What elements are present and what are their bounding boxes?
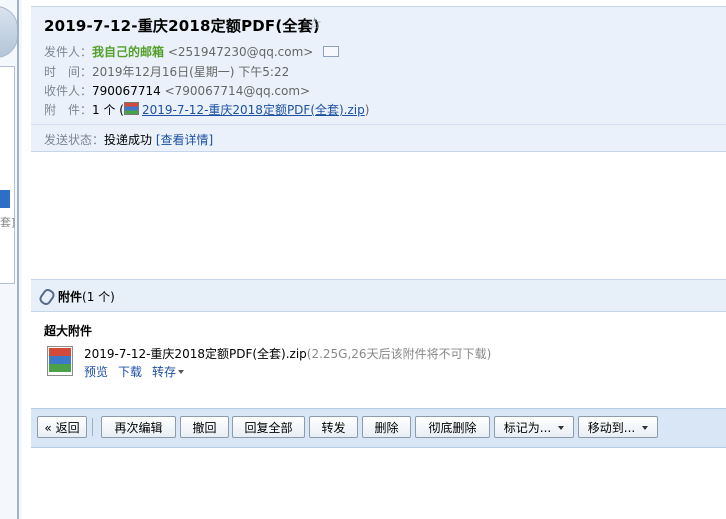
recipient-label: 收件人： (44, 84, 93, 98)
recipient-name[interactable]: 790067714 (92, 84, 161, 98)
reply-all-button[interactable]: 回复全部 (232, 416, 305, 438)
back-button[interactable]: « 返回 (37, 416, 87, 438)
forward-button[interactable]: 转发 (309, 416, 358, 438)
time-row: 时 间：2019年12月16日(星期一) 下午5:22 (44, 63, 289, 80)
attachment-link[interactable]: 2019-7-12-重庆2018定额PDF(全套).zip (142, 103, 365, 117)
reedit-button[interactable]: 再次编辑 (101, 416, 176, 438)
recipient-address: <790067714@qq.com> (164, 84, 311, 98)
move-to-label: 移动到... (587, 421, 636, 435)
attachment-label: 附 件： (44, 103, 93, 117)
delete-permanently-button[interactable]: 彻底删除 (415, 416, 490, 438)
time-label: 时 间： (44, 65, 93, 79)
contact-card-icon[interactable] (323, 46, 340, 57)
header-divider (31, 151, 726, 152)
chevron-down-icon (642, 426, 649, 430)
delete-button[interactable]: 删除 (362, 416, 411, 438)
time-value: 2019年12月16日(星期一) 下午5:22 (92, 65, 290, 79)
sender-row: 发件人：我自己的邮箱 <251947230@qq.com> (44, 43, 340, 60)
send-status-label: 发送状态： (44, 133, 105, 147)
send-status-value: 投递成功 (104, 133, 153, 147)
save-to-label: 转存 (152, 365, 177, 379)
move-to-dropdown[interactable]: 移动到... (578, 416, 658, 438)
send-status: 发送状态：投递成功 [查看详情] (44, 131, 213, 148)
attachment-count: 1 个 ( (92, 103, 124, 117)
attachment-panel-title: 附件(1 个) (58, 288, 115, 305)
sender-label: 发件人： (44, 45, 93, 59)
attachment-actions: 预览 下载 转存 (84, 363, 194, 380)
sidebar-selected-item[interactable] (0, 190, 10, 208)
mark-as-label: 标记为... (503, 421, 552, 435)
preview-link[interactable]: 预览 (84, 365, 108, 379)
attachment-row: 附 件：1 个 ( 2019-7-12-重庆2018定额PDF(全套).zip) (44, 101, 369, 118)
zip-file-icon (123, 102, 139, 115)
view-details-link[interactable]: [查看详情] (156, 133, 213, 147)
chevron-down-icon (178, 370, 185, 374)
sidebar-item-fragment: 套] (0, 216, 16, 229)
status-divider (31, 124, 726, 125)
save-to-dropdown[interactable]: 转存 (152, 365, 185, 379)
star-icon[interactable]: ☆ (307, 14, 322, 34)
attachment-close: ) (364, 103, 370, 117)
attachment-title: 附件 (58, 290, 83, 304)
sender-name[interactable]: 我自己的邮箱 (92, 45, 164, 59)
toolbar-separator (92, 418, 93, 436)
sidebar-folder-panel (0, 66, 15, 284)
recall-button[interactable]: 撤回 (180, 416, 229, 438)
sidebar-scrollbar[interactable] (17, 0, 19, 519)
chevron-down-icon (558, 426, 565, 430)
attachment-file-name[interactable]: 2019-7-12-重庆2018定额PDF(全套).zip (84, 347, 307, 361)
attachment-file-row: 2019-7-12-重庆2018定额PDF(全套).zip(2.25G,26天后… (84, 345, 491, 362)
recipient-row: 收件人：790067714 <790067714@qq.com> (44, 82, 310, 99)
mark-as-dropdown[interactable]: 标记为... (494, 416, 574, 438)
email-subject: 2019-7-12-重庆2018定额PDF(全套) (44, 17, 320, 35)
attachment-title-count: (1 个) (82, 290, 115, 304)
attachment-file-note: (2.25G,26天后该附件将不可下载) (306, 347, 492, 361)
zip-file-icon[interactable] (47, 346, 73, 376)
sender-address: <251947230@qq.com> (167, 45, 314, 59)
download-link[interactable]: 下载 (118, 365, 142, 379)
large-attachment-label: 超大附件 (44, 324, 93, 338)
attachment-panel-header (31, 279, 726, 312)
